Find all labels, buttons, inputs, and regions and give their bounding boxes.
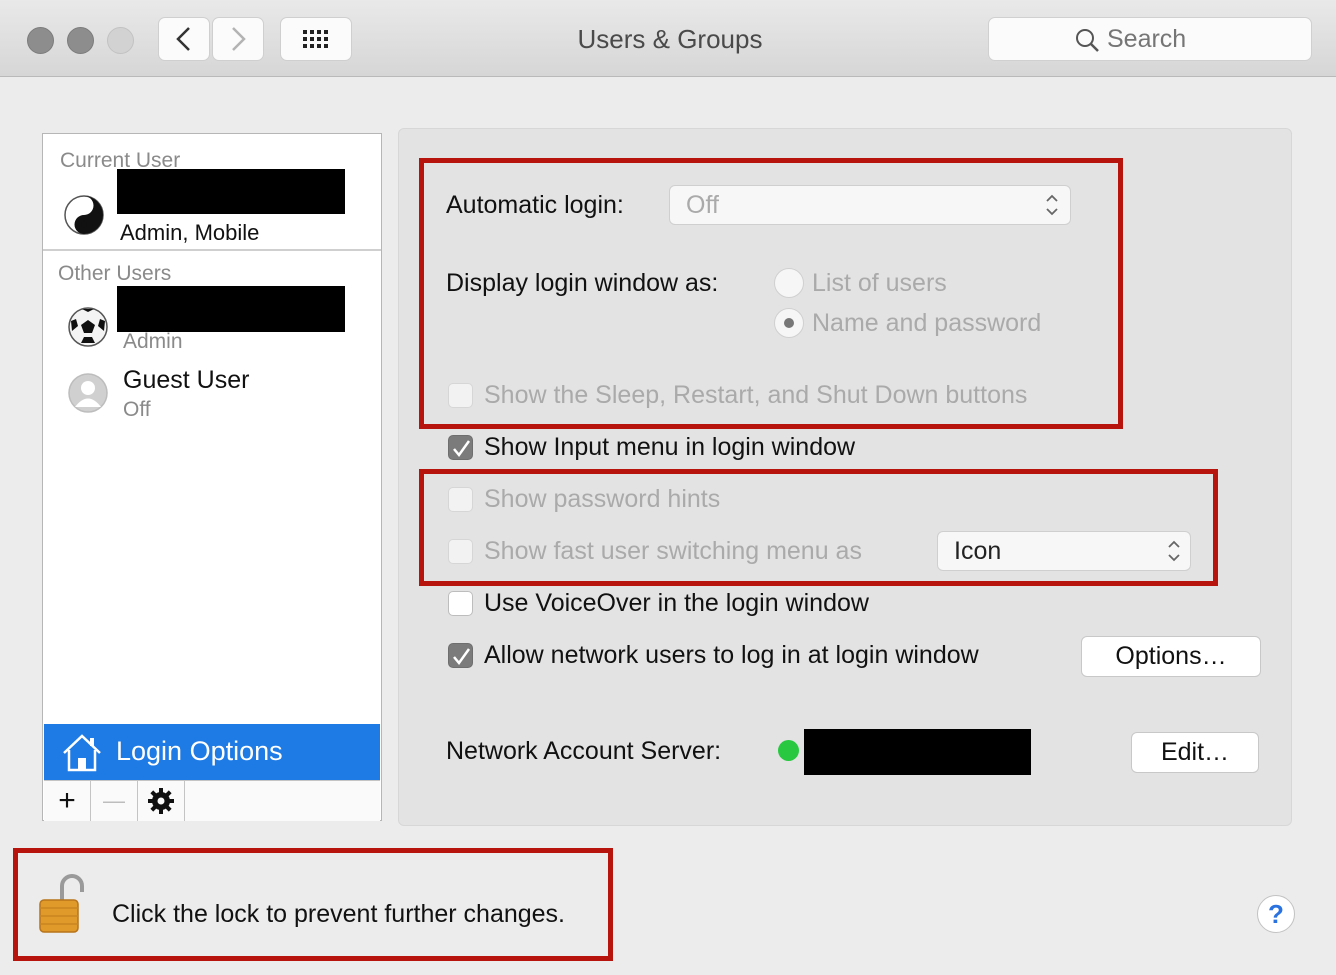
chevron-left-icon [176, 27, 190, 51]
soccer-ball-icon [68, 307, 108, 347]
zoom-window-button[interactable] [107, 27, 134, 54]
add-user-button[interactable]: + [44, 781, 91, 821]
help-button[interactable]: ? [1257, 895, 1295, 933]
guest-user-name[interactable]: Guest User [123, 366, 249, 395]
current-user-avatar [63, 194, 105, 241]
minimize-window-button[interactable] [67, 27, 94, 54]
search-input[interactable] [1107, 24, 1297, 54]
unlocked-padlock-icon [39, 874, 84, 933]
highlight-box-hints-switching [419, 469, 1218, 586]
section-divider [43, 249, 381, 251]
window-toolbar: Users & Groups [0, 0, 1336, 77]
show-all-button[interactable] [280, 17, 352, 61]
guest-user-status: Off [123, 398, 151, 421]
show-input-menu-checkbox[interactable] [448, 435, 473, 460]
current-user-name-redacted [117, 169, 345, 214]
lock-button[interactable] [36, 870, 90, 941]
other-user-row[interactable] [67, 306, 109, 353]
house-icon [63, 734, 101, 772]
yin-yang-icon [64, 195, 104, 235]
network-status-indicator [778, 740, 799, 761]
search-field[interactable] [988, 17, 1312, 61]
edit-button[interactable]: Edit… [1131, 732, 1259, 773]
use-voiceover-checkbox[interactable] [448, 591, 473, 616]
person-silhouette-icon [68, 373, 108, 413]
highlight-box-login-settings [419, 158, 1123, 429]
login-options-item[interactable]: Login Options [44, 724, 380, 780]
allow-network-users-checkbox[interactable] [448, 643, 473, 668]
guest-user-avatar [67, 372, 109, 419]
sidebar-bottom-bar: + — [44, 780, 380, 821]
checkmark-icon [453, 440, 471, 458]
back-button[interactable] [158, 17, 210, 61]
search-icon [1076, 29, 1099, 52]
other-users-header: Other Users [58, 262, 172, 285]
current-user-role: Admin, Mobile [120, 220, 260, 245]
login-options-label: Login Options [116, 736, 283, 766]
use-voiceover-label: Use VoiceOver in the login window [484, 589, 869, 617]
network-server-redacted [804, 729, 1031, 775]
allow-network-users-label: Allow network users to log in at login w… [484, 641, 979, 669]
gear-icon [148, 788, 174, 814]
close-window-button[interactable] [27, 27, 54, 54]
window-title: Users & Groups [577, 24, 763, 54]
show-input-menu-label: Show Input menu in login window [484, 433, 856, 461]
action-menu-button[interactable] [138, 781, 185, 821]
grid-icon [303, 30, 328, 48]
chevron-right-icon [232, 27, 246, 51]
other-user-name-redacted [117, 286, 345, 332]
options-button[interactable]: Options… [1081, 636, 1261, 677]
forward-button[interactable] [212, 17, 264, 61]
checkmark-icon [453, 648, 471, 666]
remove-user-button[interactable]: — [91, 781, 138, 821]
user-list-sidebar: Current User Admin, Mobile Other Users A… [42, 133, 382, 821]
other-user-role: Admin [123, 330, 183, 353]
lock-message: Click the lock to prevent further change… [112, 900, 566, 928]
network-server-label: Network Account Server: [446, 737, 722, 765]
